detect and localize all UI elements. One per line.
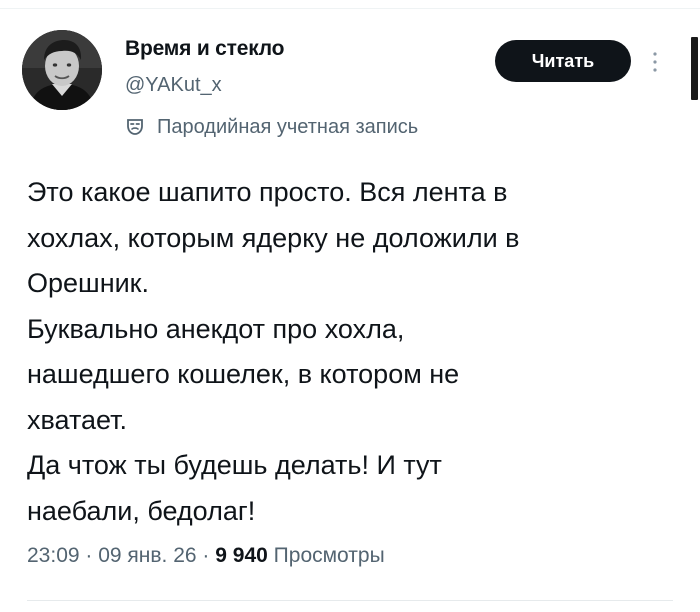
tweet-text-line: хохлах, которым ядерку не доложили в <box>27 222 520 253</box>
bottom-divider <box>27 600 673 601</box>
tweet-text-line: Да чтож ты будешь делать! И тут <box>27 450 442 480</box>
avatar[interactable] <box>22 30 102 110</box>
author-handle[interactable]: @YAKut_x <box>125 74 222 97</box>
tweet-text: Это какое шапито просто. Вся лента в хох… <box>27 170 667 534</box>
tweet-time[interactable]: 23:09 <box>27 544 80 567</box>
parody-account-label: Пародийная учетная запись <box>125 114 418 140</box>
tweet-text-line: нашедшего кошелек, в котором не <box>27 359 460 389</box>
avatar-image <box>22 30 102 110</box>
tweet-text-line: хватает. <box>27 404 128 435</box>
read-button[interactable]: Читать <box>495 40 631 82</box>
views-label: Просмотры <box>273 544 385 567</box>
tweet-text-line: Это какое шапито просто. Вся лента в <box>27 177 508 207</box>
tweet-text-line: Буквально анекдот про хохла, <box>27 313 405 344</box>
more-vertical-icon[interactable] <box>650 47 660 77</box>
meta-separator: · <box>196 544 216 567</box>
tweet-date[interactable]: 09 янв. 26 <box>98 544 196 567</box>
tweet-text-line: Орешник. <box>27 268 150 298</box>
author-name[interactable]: Время и стекло <box>125 37 284 61</box>
top-divider <box>0 8 700 9</box>
meta-separator: · <box>79 544 99 567</box>
views-count: 9 940 <box>215 544 268 567</box>
tweet-text-line: наебали, бедолаг! <box>27 495 256 526</box>
scroll-edge-bar <box>691 37 698 100</box>
parody-label-text: Пародийная учетная запись <box>157 115 419 138</box>
theater-mask-icon <box>125 117 145 137</box>
tweet-meta: 23:09 · 09 янв. 26 · 9 940 Просмотры <box>27 544 385 568</box>
